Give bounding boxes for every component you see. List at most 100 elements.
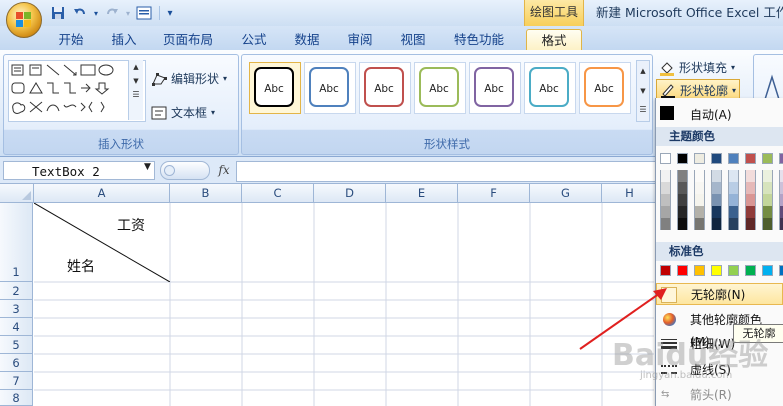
edit-shape-button[interactable]: 编辑形状 ▾ bbox=[151, 70, 227, 87]
theme-color-shade-swatch[interactable] bbox=[677, 194, 688, 206]
theme-color-shade-swatch[interactable] bbox=[677, 182, 688, 194]
column-header[interactable]: E bbox=[386, 184, 458, 203]
standard-color-swatch[interactable] bbox=[762, 265, 773, 276]
print-preview-icon[interactable] bbox=[134, 4, 154, 22]
row-header[interactable]: 4 bbox=[0, 318, 33, 336]
shape-fill-button[interactable]: 形状填充 ▾ bbox=[659, 59, 735, 76]
tab-review[interactable]: 审阅 bbox=[338, 29, 382, 50]
function-icon[interactable]: fx bbox=[214, 161, 234, 180]
theme-color-shade-swatch[interactable] bbox=[779, 170, 783, 182]
theme-color-shade-swatch[interactable] bbox=[745, 218, 756, 230]
tab-insert[interactable]: 插入 bbox=[101, 29, 147, 50]
scroll-down-icon[interactable]: ▼ bbox=[637, 81, 649, 101]
standard-color-swatch[interactable] bbox=[745, 265, 756, 276]
menu-item-auto[interactable]: 自动(A) bbox=[690, 106, 732, 123]
theme-color-shade-swatch[interactable] bbox=[711, 170, 722, 182]
theme-color-shade-swatch[interactable] bbox=[694, 218, 705, 230]
row-header[interactable]: 7 bbox=[0, 372, 33, 390]
column-header[interactable]: A bbox=[34, 184, 170, 203]
tab-data[interactable]: 数据 bbox=[285, 29, 329, 50]
column-header[interactable]: D bbox=[314, 184, 386, 203]
theme-color-shade-swatch[interactable] bbox=[745, 206, 756, 218]
tab-home[interactable]: 开始 bbox=[47, 29, 95, 50]
shapes-gallery[interactable] bbox=[8, 60, 146, 122]
theme-color-shade-swatch[interactable] bbox=[762, 218, 773, 230]
standard-color-swatch[interactable] bbox=[728, 265, 739, 276]
theme-color-shade-swatch[interactable] bbox=[694, 194, 705, 206]
theme-color-shade-swatch[interactable] bbox=[660, 218, 671, 230]
auto-color-swatch[interactable] bbox=[660, 106, 674, 120]
tab-format[interactable]: 格式 bbox=[526, 29, 582, 51]
gallery-more-icon[interactable]: ☰ bbox=[637, 101, 649, 119]
theme-color-shade-swatch[interactable] bbox=[660, 194, 671, 206]
standard-color-swatch[interactable] bbox=[694, 265, 705, 276]
row-header[interactable]: 2 bbox=[0, 282, 33, 300]
theme-color-shade-swatch[interactable] bbox=[779, 182, 783, 194]
select-all-corner[interactable] bbox=[0, 184, 34, 203]
gallery-more-icon[interactable]: ☰ bbox=[129, 88, 143, 102]
theme-color-shade-swatch[interactable] bbox=[660, 170, 671, 182]
tab-formulas[interactable]: 公式 bbox=[232, 29, 276, 50]
theme-color-shade-swatch[interactable] bbox=[694, 206, 705, 218]
redo-icon[interactable] bbox=[102, 4, 122, 22]
standard-color-swatch[interactable] bbox=[779, 265, 783, 276]
theme-color-shade-swatch[interactable] bbox=[779, 194, 783, 206]
theme-color-swatch[interactable] bbox=[660, 153, 671, 164]
formula-bar-expand-handle[interactable] bbox=[160, 161, 210, 180]
row-header[interactable]: 1 bbox=[0, 203, 33, 282]
row-header[interactable]: 6 bbox=[0, 354, 33, 372]
theme-color-shade-swatch[interactable] bbox=[762, 170, 773, 182]
theme-color-shade-swatch[interactable] bbox=[660, 182, 671, 194]
theme-color-shade-swatch[interactable] bbox=[728, 218, 739, 230]
save-icon[interactable] bbox=[48, 4, 68, 22]
tab-view[interactable]: 视图 bbox=[391, 29, 435, 50]
theme-color-shade-swatch[interactable] bbox=[762, 182, 773, 194]
theme-color-shade-swatch[interactable] bbox=[779, 206, 783, 218]
scroll-up-icon[interactable]: ▲ bbox=[637, 61, 649, 81]
theme-color-shade-swatch[interactable] bbox=[728, 194, 739, 206]
scroll-down-icon[interactable]: ▼ bbox=[129, 74, 143, 88]
theme-color-shade-swatch[interactable] bbox=[677, 206, 688, 218]
column-header[interactable]: H bbox=[602, 184, 658, 203]
theme-color-shade-swatch[interactable] bbox=[762, 206, 773, 218]
undo-dropdown-icon[interactable]: ▾ bbox=[92, 4, 100, 22]
theme-color-swatch[interactable] bbox=[711, 153, 722, 164]
text-box-button[interactable]: 文本框 ▾ bbox=[151, 104, 215, 121]
undo-icon[interactable] bbox=[70, 4, 90, 22]
theme-color-shade-swatch[interactable] bbox=[677, 218, 688, 230]
theme-color-shade-swatch[interactable] bbox=[660, 206, 671, 218]
theme-color-shade-swatch[interactable] bbox=[762, 194, 773, 206]
theme-color-shade-swatch[interactable] bbox=[745, 194, 756, 206]
office-button[interactable] bbox=[6, 2, 42, 38]
theme-color-swatch[interactable] bbox=[779, 153, 783, 164]
theme-color-shade-swatch[interactable] bbox=[728, 206, 739, 218]
standard-color-swatch[interactable] bbox=[677, 265, 688, 276]
theme-color-swatch[interactable] bbox=[745, 153, 756, 164]
customize-icon[interactable]: ▾ bbox=[165, 4, 175, 22]
row-header[interactable]: 8 bbox=[0, 390, 33, 406]
theme-color-swatch[interactable] bbox=[728, 153, 739, 164]
cell-a1-top-text[interactable]: 工资 bbox=[117, 215, 145, 235]
theme-color-swatch[interactable] bbox=[762, 153, 773, 164]
row-header[interactable]: 5 bbox=[0, 336, 33, 354]
standard-color-swatch[interactable] bbox=[660, 265, 671, 276]
name-box[interactable]: TextBox 2 bbox=[3, 161, 155, 180]
theme-color-shade-swatch[interactable] bbox=[745, 170, 756, 182]
redo-dropdown-icon[interactable]: ▾ bbox=[124, 4, 132, 22]
theme-color-shade-swatch[interactable] bbox=[728, 182, 739, 194]
theme-color-shade-swatch[interactable] bbox=[728, 170, 739, 182]
row-header[interactable]: 3 bbox=[0, 300, 33, 318]
tab-special-features[interactable]: 特色功能 bbox=[445, 29, 513, 50]
scroll-up-icon[interactable]: ▲ bbox=[129, 60, 143, 74]
theme-color-shade-swatch[interactable] bbox=[711, 206, 722, 218]
theme-color-swatch[interactable] bbox=[694, 153, 705, 164]
theme-color-shade-swatch[interactable] bbox=[677, 170, 688, 182]
theme-color-shade-swatch[interactable] bbox=[711, 182, 722, 194]
theme-color-shade-swatch[interactable] bbox=[694, 170, 705, 182]
theme-color-shade-swatch[interactable] bbox=[711, 218, 722, 230]
tab-page-layout[interactable]: 页面布局 bbox=[152, 29, 224, 50]
column-header[interactable]: C bbox=[242, 184, 314, 203]
shape-styles-scroll[interactable]: ▲ ▼ ☰ bbox=[636, 60, 650, 122]
theme-color-shade-swatch[interactable] bbox=[694, 182, 705, 194]
theme-color-shade-swatch[interactable] bbox=[779, 218, 783, 230]
